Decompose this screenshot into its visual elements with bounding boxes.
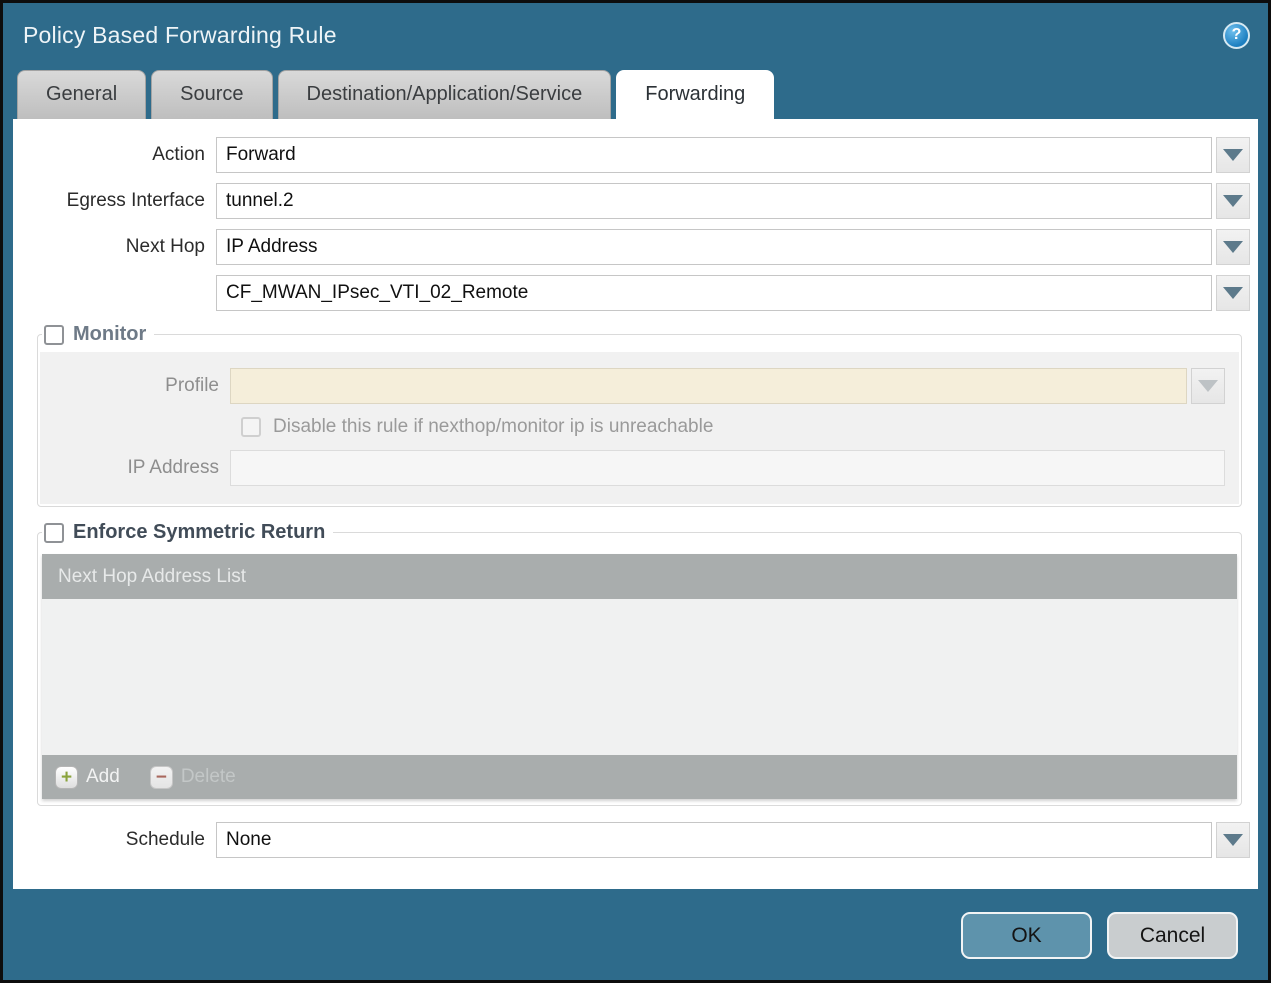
egress-interface-input[interactable] <box>216 183 1212 219</box>
next-hop-address-input[interactable] <box>216 275 1212 311</box>
cancel-button[interactable]: Cancel <box>1107 912 1238 959</box>
tab-source[interactable]: Source <box>151 70 272 119</box>
plus-icon: + <box>55 766 78 789</box>
next-hop-type-input[interactable] <box>216 229 1212 265</box>
chevron-down-icon <box>1223 195 1243 207</box>
tab-destination-application-service[interactable]: Destination/Application/Service <box>278 70 612 119</box>
schedule-label: Schedule <box>13 829 216 851</box>
monitor-legend: Monitor <box>73 323 146 346</box>
egress-interface-label: Egress Interface <box>13 190 216 212</box>
minus-icon: − <box>150 766 173 789</box>
monitor-panel: Profile Disable this rule if nexthop/mon… <box>40 352 1239 504</box>
action-input[interactable] <box>216 137 1212 173</box>
action-row: Action <box>13 137 1250 173</box>
chevron-down-icon <box>1223 241 1243 253</box>
disable-rule-label: Disable this rule if nexthop/monitor ip … <box>273 416 713 438</box>
help-icon[interactable]: ? <box>1223 22 1250 49</box>
next-hop-address-list-footer: + Add − Delete <box>42 755 1237 799</box>
next-hop-address-row <box>13 275 1250 311</box>
chevron-down-icon <box>1198 380 1218 392</box>
forwarding-tab-content: Action Egress Interface Next Hop <box>13 119 1258 889</box>
tab-general[interactable]: General <box>17 70 146 119</box>
monitor-ip-address-label: IP Address <box>40 457 230 479</box>
profile-row: Profile <box>40 368 1239 404</box>
chevron-down-icon <box>1223 149 1243 161</box>
profile-input <box>230 368 1187 404</box>
disable-rule-checkbox <box>241 417 261 437</box>
schedule-row: Schedule <box>13 822 1250 858</box>
egress-interface-dropdown-button[interactable] <box>1216 183 1250 219</box>
next-hop-label: Next Hop <box>13 236 216 258</box>
delete-button: − Delete <box>150 766 236 789</box>
next-hop-address-list-header: Next Hop Address List <box>42 554 1237 599</box>
add-button[interactable]: + Add <box>55 766 120 789</box>
monitor-group: Monitor Profile Disable this rule if nex… <box>37 323 1242 507</box>
dialog-title: Policy Based Forwarding Rule <box>23 22 337 49</box>
chevron-down-icon <box>1223 834 1243 846</box>
next-hop-type-dropdown-button[interactable] <box>1216 229 1250 265</box>
enforce-symmetric-return-legend: Enforce Symmetric Return <box>73 521 325 544</box>
next-hop-address-table: Next Hop Address List + Add − Delete <box>42 554 1237 799</box>
enforce-symmetric-return-group: Enforce Symmetric Return Next Hop Addres… <box>37 521 1242 806</box>
schedule-dropdown-button[interactable] <box>1216 822 1250 858</box>
next-hop-address-dropdown-button[interactable] <box>1216 275 1250 311</box>
chevron-down-icon <box>1223 287 1243 299</box>
pbf-rule-dialog: Policy Based Forwarding Rule ? General S… <box>0 0 1271 983</box>
egress-interface-row: Egress Interface <box>13 183 1250 219</box>
action-dropdown-button[interactable] <box>1216 137 1250 173</box>
next-hop-address-list-body[interactable] <box>42 599 1237 755</box>
tab-bar: General Source Destination/Application/S… <box>3 67 1268 119</box>
enforce-symmetric-return-checkbox[interactable] <box>44 523 64 543</box>
dialog-footer: OK Cancel <box>3 889 1268 959</box>
monitor-ip-address-row: IP Address <box>40 450 1239 486</box>
next-hop-row: Next Hop <box>13 229 1250 265</box>
disable-rule-row: Disable this rule if nexthop/monitor ip … <box>241 416 1239 438</box>
profile-dropdown-button <box>1191 368 1225 404</box>
action-label: Action <box>13 144 216 166</box>
monitor-checkbox[interactable] <box>44 325 64 345</box>
profile-label: Profile <box>40 375 230 397</box>
ok-button[interactable]: OK <box>961 912 1092 959</box>
schedule-input[interactable] <box>216 822 1212 858</box>
monitor-ip-address-input <box>230 450 1225 486</box>
titlebar: Policy Based Forwarding Rule ? <box>3 3 1268 67</box>
tab-forwarding[interactable]: Forwarding <box>616 70 774 119</box>
add-button-label: Add <box>86 766 120 788</box>
delete-button-label: Delete <box>181 766 236 788</box>
